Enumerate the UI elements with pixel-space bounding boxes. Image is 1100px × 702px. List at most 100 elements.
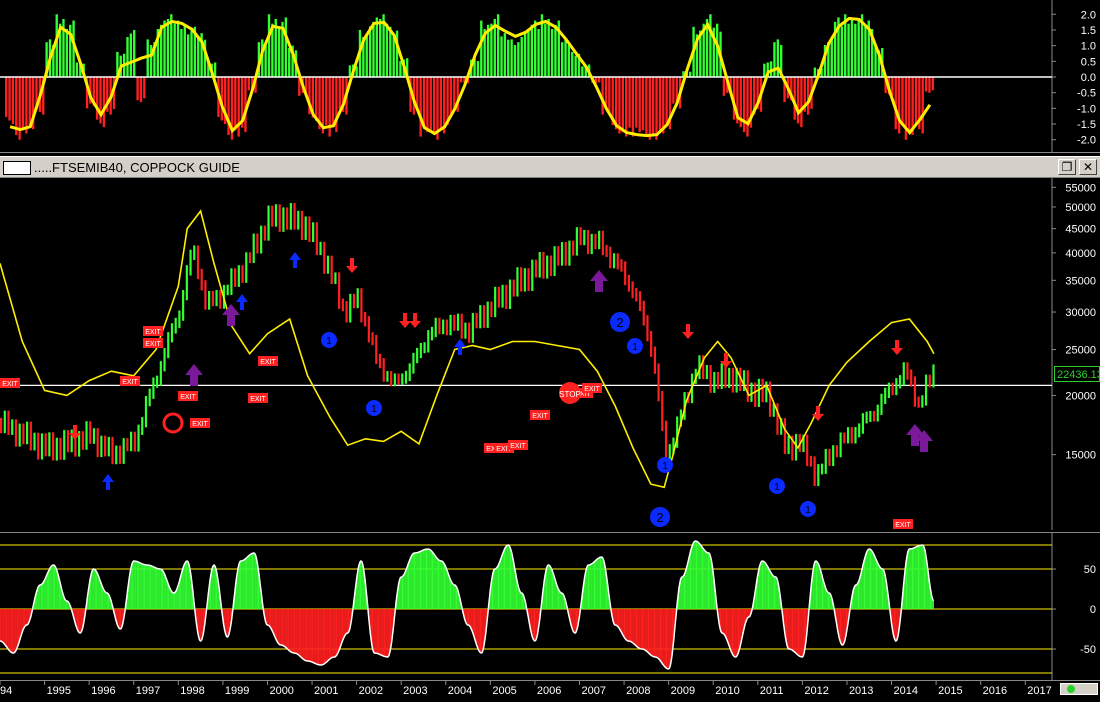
price-bar [37, 432, 40, 460]
price-bar [523, 268, 526, 292]
status-indicator-icon[interactable] [1060, 683, 1098, 695]
price-bar [141, 417, 144, 435]
price-bar [475, 312, 478, 329]
price-bar [505, 284, 508, 310]
top-bar [742, 77, 746, 133]
top-bar [480, 20, 483, 77]
top-bar [237, 77, 240, 137]
price-bar [356, 288, 359, 309]
price-bar [48, 432, 51, 457]
top-bar [365, 33, 368, 77]
price-bar [858, 423, 861, 438]
price-bar [271, 205, 274, 227]
top-bar [11, 77, 15, 125]
price-bar [884, 387, 887, 404]
price-bar [211, 291, 214, 307]
top-bar [560, 42, 564, 77]
top-bar [432, 77, 436, 136]
price-bar [312, 222, 315, 243]
exit-marker-label: EXIT [145, 329, 161, 336]
price-bar [81, 431, 84, 450]
price-bar [653, 346, 656, 374]
top-bar [173, 23, 176, 78]
top-bar [439, 77, 443, 130]
top-bar [8, 77, 11, 121]
chart-window-titlebar[interactable]: .....FTSEMIB40, COPPOCK GUIDE ❐ ✕ [0, 156, 1100, 178]
top-bar [709, 14, 712, 77]
top-bar [523, 33, 527, 77]
price-bar [245, 252, 248, 283]
top-bar [288, 47, 291, 77]
sell-arrow [409, 313, 421, 328]
top-bar [635, 77, 638, 128]
top-bar [139, 77, 143, 103]
main-y-label: 50000 [1065, 202, 1096, 214]
price-bar [334, 272, 337, 285]
top-bar [928, 77, 931, 93]
buy-arrow [102, 474, 114, 490]
price-bar [59, 437, 62, 460]
close-button[interactable]: ✕ [1079, 159, 1097, 175]
top-bar [806, 77, 810, 115]
price-bar [490, 301, 493, 318]
price-bar [297, 210, 300, 230]
price-bar [104, 435, 107, 457]
price-bar [880, 393, 883, 415]
top-bar [496, 14, 500, 77]
top-bar [638, 77, 641, 133]
price-bar [107, 436, 110, 457]
main-y-label: 15000 [1065, 450, 1096, 462]
price-bar [122, 438, 125, 464]
x-year-label: 1999 [225, 685, 249, 697]
top-bar [574, 55, 577, 77]
x-year-label: 2005 [492, 685, 516, 697]
price-bar [126, 438, 129, 452]
price-bar [330, 255, 333, 285]
top-bar [510, 39, 513, 77]
price-bar [538, 251, 541, 278]
top-bar [75, 62, 79, 77]
signal-two-label: 2 [656, 510, 663, 525]
price-bar [133, 431, 136, 452]
price-bar [616, 253, 619, 270]
x-year-label: 1995 [47, 685, 71, 697]
price-bar [92, 428, 96, 444]
price-bar [757, 378, 760, 407]
restore-button[interactable]: ❐ [1058, 159, 1076, 175]
sell-arrow [346, 258, 358, 273]
price-bar [887, 382, 891, 399]
price-bar [638, 291, 642, 312]
price-bar [846, 427, 850, 444]
price-bar [364, 312, 367, 327]
price-bar [635, 287, 638, 302]
top-bar [180, 29, 183, 78]
price-bar [761, 378, 764, 403]
main-y-label: 40000 [1065, 248, 1096, 260]
price-bar [865, 411, 868, 424]
x-axis: 94 1995 1996 1997 1998 1999 2000 2001 2002 2003 20… [0, 680, 1100, 697]
top-bar [550, 29, 554, 78]
top-bar [146, 39, 149, 77]
top-bar [527, 29, 530, 78]
top-bar [645, 77, 648, 136]
price-bar [854, 427, 857, 444]
price-bar [419, 342, 422, 359]
price-bar [289, 203, 292, 230]
top-y-label: 1.5 [1081, 25, 1096, 37]
top-bar [571, 51, 574, 77]
exit-marker-label: EXIT [250, 396, 266, 403]
signal-one-label: 1 [805, 505, 811, 516]
exit-marker-label: EXIT [122, 379, 138, 386]
x-year-label: 2008 [626, 685, 650, 697]
top-bar [129, 33, 133, 77]
window-icon [3, 161, 31, 175]
top-bar [897, 77, 901, 134]
sell-arrow [682, 324, 694, 339]
top-bar [234, 77, 237, 131]
price-bar [486, 301, 489, 328]
price-bar [308, 216, 311, 243]
top-y-label: -1.0 [1077, 103, 1096, 115]
price-bar [66, 430, 70, 453]
price-bar [263, 225, 266, 241]
top-bar [850, 18, 854, 77]
